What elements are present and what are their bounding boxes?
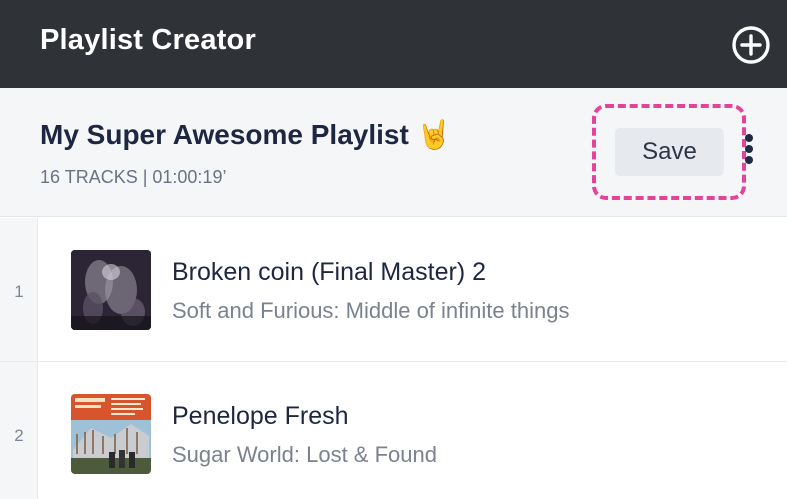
app-header: Playlist Creator [0, 0, 787, 88]
track-number-column: 1 [0, 218, 38, 362]
album-art-image [71, 394, 151, 474]
rock-hand-emoji: 🤘 [416, 119, 452, 150]
track-number: 1 [14, 282, 24, 301]
track-album: Sugar World: Lost & Found [172, 442, 437, 467]
track-album: Soft and Furious: Middle of infinite thi… [172, 298, 570, 323]
playlist-title[interactable]: My Super Awesome Playlist 🤘 [40, 118, 451, 151]
track-row[interactable]: 1 Broken coin (Final Master) 2 Soft and … [0, 218, 787, 362]
vertical-dots-icon [745, 134, 753, 142]
plus-circle-icon [732, 26, 770, 64]
playlist-header: My Super Awesome Playlist 🤘 16 TRACKS | … [0, 88, 787, 217]
album-cover[interactable] [71, 250, 151, 330]
track-title: Broken coin (Final Master) 2 [172, 258, 487, 286]
add-playlist-button[interactable] [731, 25, 771, 65]
track-list: 1 Broken coin (Final Master) 2 Soft and … [0, 218, 787, 499]
playlist-meta: 16 TRACKS | 01:00:19’ [40, 167, 227, 187]
playlist-title-text: My Super Awesome Playlist [40, 119, 409, 150]
album-art-image [71, 250, 151, 330]
album-cover[interactable] [71, 394, 151, 474]
track-row[interactable]: 2 Penelope Fresh Sugar World: Lost & Fou… [0, 362, 787, 499]
save-button[interactable]: Save [615, 128, 724, 176]
app-title: Playlist Creator [40, 24, 256, 56]
track-number-column: 2 [0, 362, 38, 499]
track-number: 2 [14, 426, 24, 445]
track-title: Penelope Fresh [172, 402, 349, 430]
more-options-button[interactable] [743, 134, 755, 170]
